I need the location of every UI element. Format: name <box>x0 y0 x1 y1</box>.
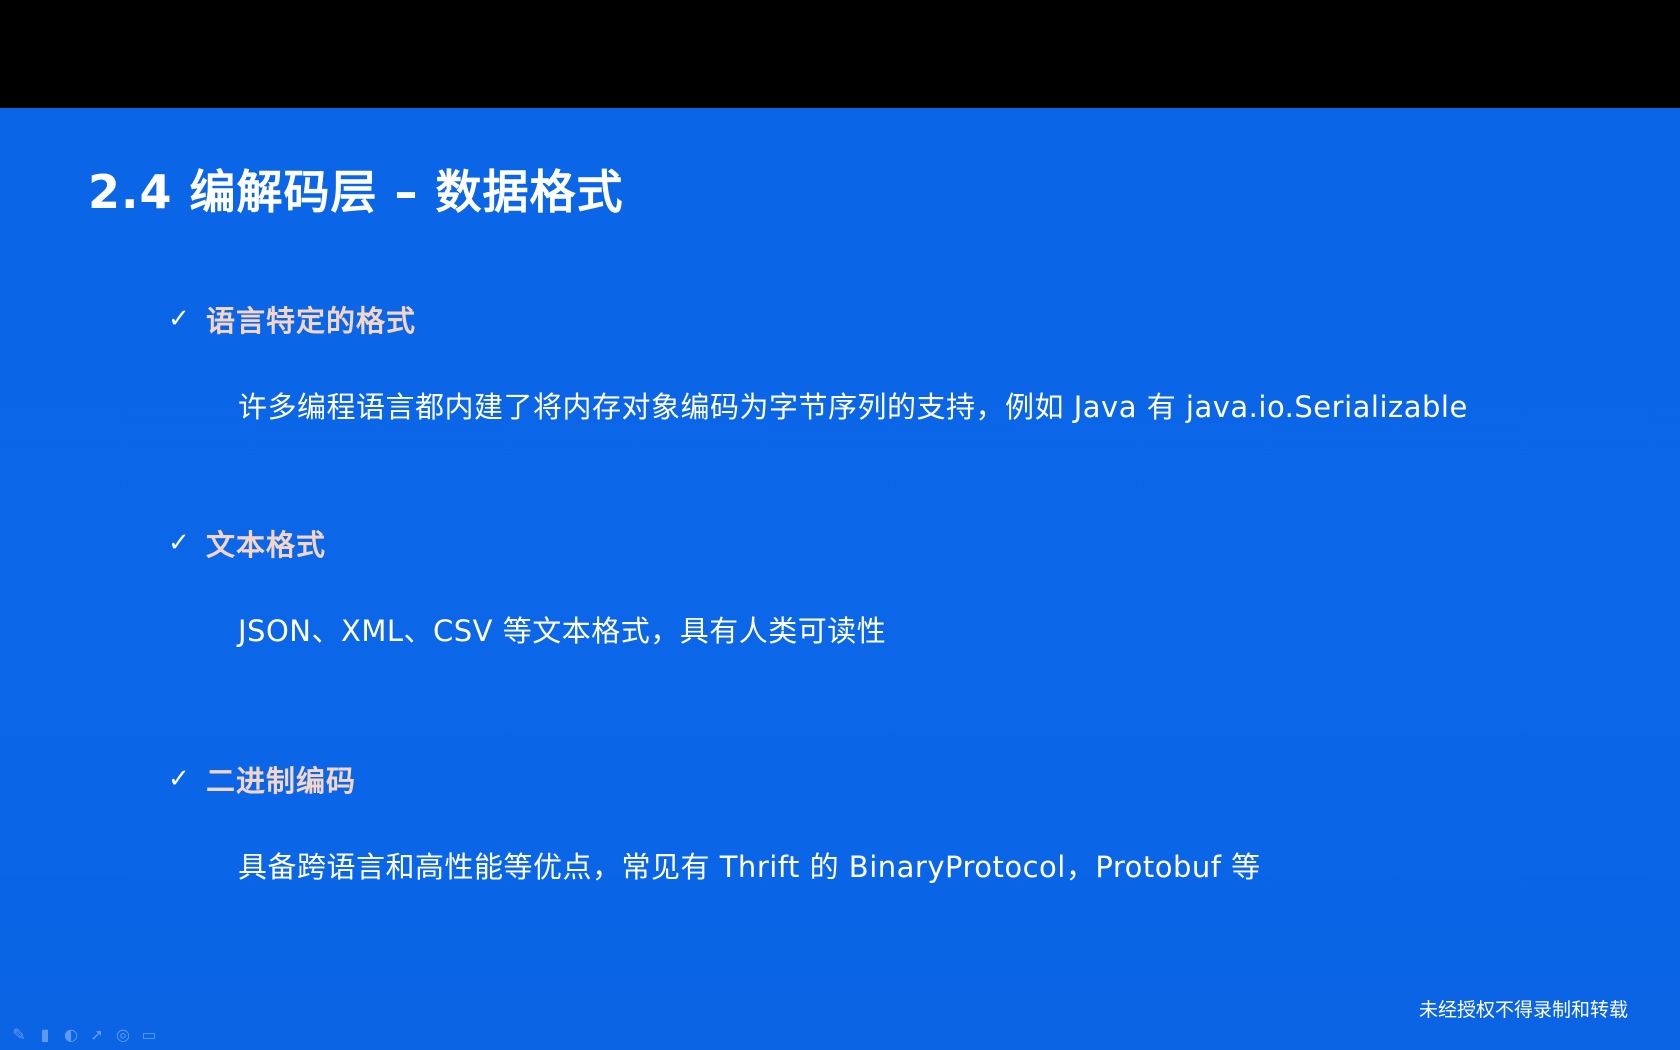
section-text-format: ✓ 文本格式 JSON、XML、CSV 等文本格式，具有人类可读性 <box>168 522 886 650</box>
section-heading-text: 二进制编码 <box>206 764 357 798</box>
eraser-icon[interactable]: ◐ <box>62 1026 80 1044</box>
check-icon: ✓ <box>168 764 190 794</box>
section-binary-encoding: ✓ 二进制编码 具备跨语言和高性能等优点，常见有 Thrift 的 Binary… <box>168 758 1261 886</box>
check-icon: ✓ <box>168 528 190 558</box>
slide-title: 2.4 编解码层 – 数据格式 <box>88 165 624 219</box>
section-heading: ✓ 二进制编码 <box>168 758 1261 800</box>
section-heading-text: 文本格式 <box>206 528 327 562</box>
section-heading-text: 语言特定的格式 <box>206 304 417 338</box>
laser-icon[interactable]: ◎ <box>114 1026 132 1044</box>
check-icon: ✓ <box>168 304 190 334</box>
section-heading: ✓ 语言特定的格式 <box>168 298 1468 340</box>
pointer-icon[interactable]: ➚ <box>88 1026 106 1044</box>
section-body-text: JSON、XML、CSV 等文本格式，具有人类可读性 <box>238 614 887 648</box>
section-body-text: 具备跨语言和高性能等优点，常见有 Thrift 的 BinaryProtocol… <box>238 850 1261 884</box>
section-heading: ✓ 文本格式 <box>168 522 886 564</box>
screen: 2.4 编解码层 – 数据格式 ✓ 语言特定的格式 许多编程语言都内建了将内存对… <box>0 0 1680 1050</box>
highlighter-icon[interactable]: ▮ <box>36 1026 54 1044</box>
section-body-text: 许多编程语言都内建了将内存对象编码为字节序列的支持，例如 Java 有 java… <box>238 390 1468 424</box>
top-black-bar <box>0 0 1680 108</box>
watermark-text: 未经授权不得录制和转载 <box>1418 999 1628 1021</box>
presentation-controls: ✎ ▮ ◐ ➚ ◎ ▭ <box>10 1026 158 1044</box>
screen-icon[interactable]: ▭ <box>140 1026 158 1044</box>
presentation-slide: 2.4 编解码层 – 数据格式 ✓ 语言特定的格式 许多编程语言都内建了将内存对… <box>0 108 1680 1050</box>
pen-icon[interactable]: ✎ <box>10 1026 28 1044</box>
section-language-specific: ✓ 语言特定的格式 许多编程语言都内建了将内存对象编码为字节序列的支持，例如 J… <box>168 298 1468 426</box>
